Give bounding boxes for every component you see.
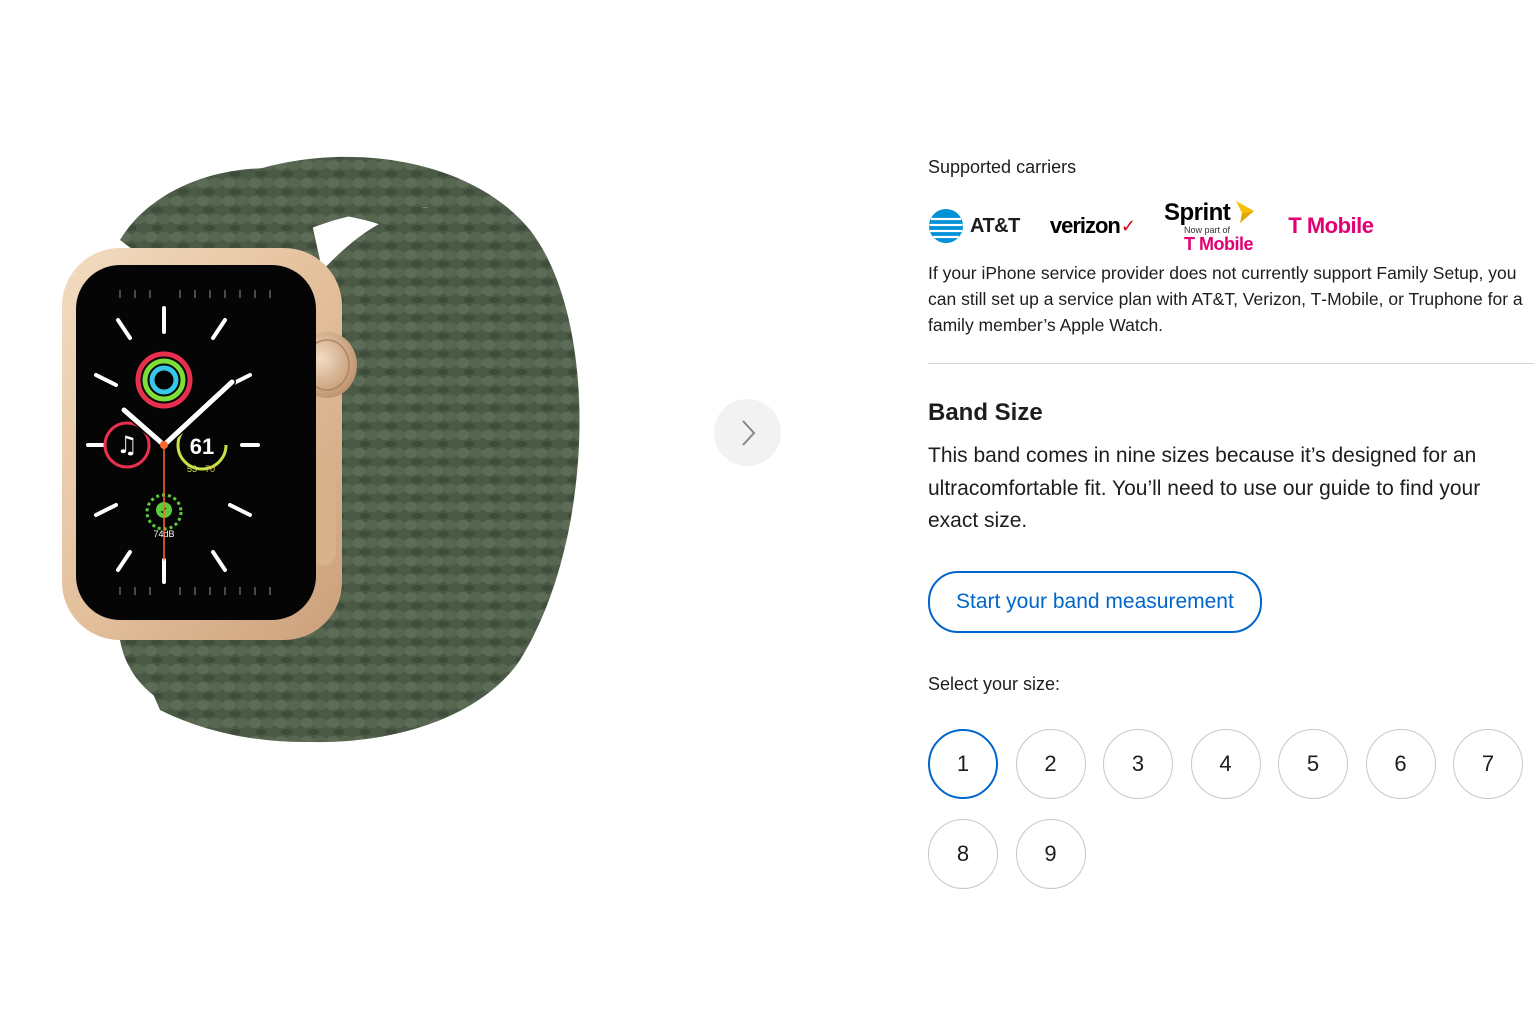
verizon-check-icon: ✓ — [1120, 215, 1136, 236]
section-divider — [928, 363, 1534, 364]
carrier-logos: AT&T verizon ✓ Sprint Now part of T Mobi… — [928, 194, 1534, 258]
att-globe-icon — [929, 209, 963, 243]
size-option-8[interactable]: 8 — [928, 818, 998, 889]
size-option-9[interactable]: 9 — [1015, 818, 1086, 889]
tmobile-logo: T Mobile — [1288, 213, 1374, 239]
size-option-4[interactable]: 4 — [1190, 728, 1261, 799]
sprint-logo-text: Sprint — [1163, 199, 1231, 226]
sprint-logo: Sprint Now part of T Mobile — [1164, 199, 1256, 253]
size-option-1[interactable]: 1 — [928, 728, 998, 799]
complication-high: 70 — [205, 464, 215, 474]
att-logo: AT&T — [928, 208, 1020, 244]
att-logo-text: AT&T — [970, 214, 1020, 237]
size-option-5[interactable]: 5 — [1278, 728, 1348, 799]
size-options: 1 2 3 4 5 6 7 8 9 — [928, 728, 1534, 909]
sprint-tmobile-text: T Mobile — [1183, 234, 1254, 254]
size-option-3[interactable]: 3 — [1103, 728, 1173, 799]
tmobile-logo-text: T Mobile — [1288, 213, 1374, 238]
complication-low: 53 — [187, 464, 197, 474]
start-band-measurement-button[interactable]: Start your band measurement — [928, 570, 1262, 633]
music-note-icon: ♫ — [116, 431, 138, 459]
band-size-heading: Band Size — [928, 399, 1043, 426]
complication-value: 61 — [190, 434, 214, 459]
verizon-logo: verizon ✓ — [1050, 213, 1136, 239]
chevron-right-icon — [741, 419, 755, 446]
size-option-2[interactable]: 2 — [1015, 728, 1086, 799]
product-image-watch: ♫ 61 53 70 ✓ 74dB — [40, 120, 600, 780]
carrier-note: If your iPhone service provider does not… — [928, 263, 1523, 335]
next-image-button[interactable] — [714, 399, 781, 466]
select-size-label: Select your size: — [928, 673, 1061, 694]
watch-illustration: ♫ 61 53 70 ✓ 74dB — [62, 156, 580, 743]
product-details: Supported carriers AT&T verizon ✓ Sprint — [928, 150, 1534, 909]
band-size-description: This band comes in nine sizes because it… — [928, 444, 1481, 532]
size-option-6[interactable]: 6 — [1365, 728, 1436, 799]
supported-carriers-label: Supported carriers — [928, 157, 1077, 177]
product-page: ♫ 61 53 70 ✓ 74dB — [0, 0, 1534, 1023]
sprint-wing-icon — [1236, 201, 1255, 223]
size-option-7[interactable]: 7 — [1453, 728, 1523, 799]
verizon-logo-text: verizon — [1049, 213, 1121, 238]
